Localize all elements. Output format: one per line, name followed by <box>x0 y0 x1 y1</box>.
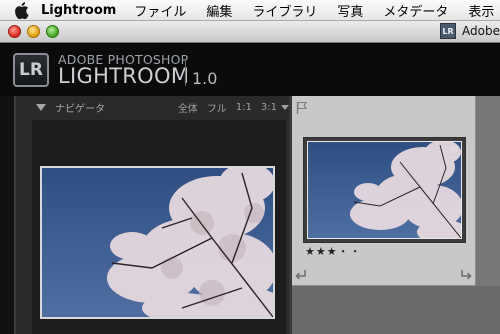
zoom-fit-option[interactable]: 全体 <box>178 100 198 115</box>
menu-library[interactable]: ライブラリ <box>252 1 317 20</box>
left-panel-border <box>14 96 16 334</box>
zoom-window-button[interactable] <box>46 25 59 38</box>
menu-app-name[interactable]: Lightroom <box>41 3 116 18</box>
zoom-fill-option[interactable]: フル <box>207 100 227 115</box>
navigator-title: ナビゲータ <box>55 103 105 115</box>
menu-file[interactable]: ファイル <box>134 1 186 20</box>
menu-metadata[interactable]: メタデータ <box>383 1 448 20</box>
zoom-1-1-option[interactable]: 1:1 <box>236 102 252 113</box>
zoom-3-1-option[interactable]: 3:1 <box>261 102 277 113</box>
disclosure-triangle-icon[interactable] <box>36 103 46 111</box>
window-title: LR Adobe <box>440 23 500 39</box>
brand-version: 1.0 <box>192 69 218 88</box>
navigator-header[interactable]: ナビゲータ 全体 フル 1:1 3:1 <box>30 98 289 116</box>
close-window-button[interactable] <box>8 25 21 38</box>
window-titlebar: LR Adobe <box>0 21 500 43</box>
rotate-right-icon[interactable] <box>459 266 473 280</box>
menu-view[interactable]: 表示 <box>468 1 494 20</box>
navigator-preview-image[interactable] <box>40 166 275 319</box>
left-panel-edge <box>0 96 14 334</box>
cherry-blossom-photo <box>42 168 273 317</box>
lightroom-logo-icon: LR <box>13 53 49 87</box>
thumbnail-image[interactable] <box>307 141 462 239</box>
menu-edit[interactable]: 編集 <box>206 1 232 20</box>
window-title-text: Adobe <box>462 24 500 38</box>
menu-bar: Lightroom ファイル 編集 ライブラリ 写真 メタデータ 表示 <box>0 0 500 21</box>
rotate-left-icon[interactable] <box>294 266 308 280</box>
flag-icon[interactable] <box>296 100 308 114</box>
badge-icon[interactable] <box>448 144 459 155</box>
brand-line-2: LIGHTROOM <box>58 64 190 88</box>
identity-plate: LR ADOBE PHOTOSHOP LIGHTROOM 1.0 <box>0 44 500 96</box>
brand-separator <box>185 60 186 86</box>
lightroom-app-icon: LR <box>440 23 457 39</box>
star-rating[interactable]: ★★★・・ <box>305 243 362 259</box>
cherry-blossom-thumbnail <box>308 142 461 238</box>
minimize-window-button[interactable] <box>27 25 40 38</box>
menu-photo[interactable]: 写真 <box>337 1 363 20</box>
grid-cell-gap <box>476 96 500 286</box>
apple-icon[interactable] <box>14 1 29 19</box>
zoom-dropdown-icon[interactable] <box>281 104 289 110</box>
